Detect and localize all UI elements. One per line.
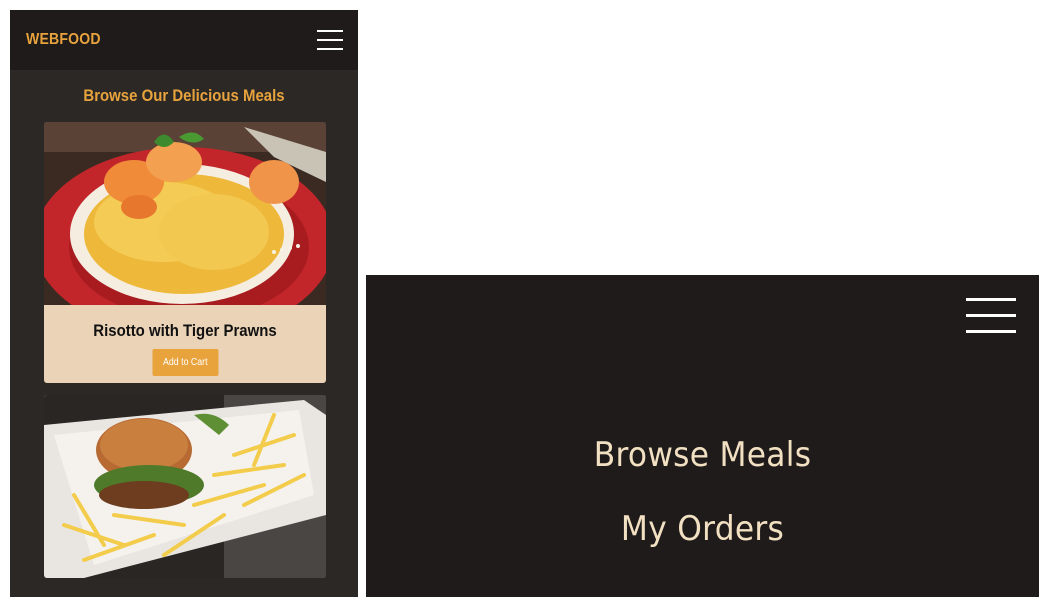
nav-menu-links: Browse Meals My Orders [366, 435, 1039, 583]
mobile-page: WEBFOOD Browse Our Delicious Meals Risot… [10, 10, 358, 597]
meal-card [44, 395, 326, 578]
add-to-cart-button[interactable]: Add to Cart [152, 349, 218, 376]
top-navbar: WEBFOOD [10, 10, 358, 70]
meal-card: Risotto with Tiger Prawns Add to Cart [44, 122, 326, 383]
hamburger-icon[interactable] [317, 27, 343, 53]
meal-list: Risotto with Tiger Prawns Add to Cart [10, 122, 358, 578]
menu-item-my-orders[interactable]: My Orders [393, 509, 1012, 549]
hamburger-icon[interactable] [966, 297, 1016, 335]
brand-logo[interactable]: WEBFOOD [26, 31, 101, 49]
page-title: Browse Our Delicious Meals [83, 86, 285, 105]
menu-item-browse-meals[interactable]: Browse Meals [393, 435, 1012, 475]
meal-name: Risotto with Tiger Prawns [93, 321, 277, 340]
burger-with-fries-photo [44, 395, 326, 578]
nav-menu-overlay: Browse Meals My Orders [366, 275, 1039, 597]
risotto-with-prawns-photo [44, 122, 326, 305]
